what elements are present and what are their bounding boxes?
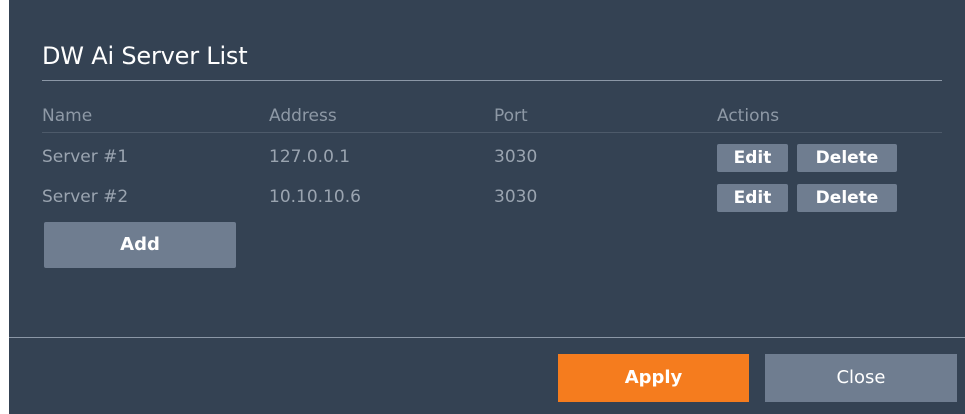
close-button[interactable]: Close bbox=[765, 354, 957, 402]
edit-button[interactable]: Edit bbox=[717, 184, 788, 212]
server-list-dialog: DW Ai Server List Name Address Port Acti… bbox=[9, 0, 965, 414]
column-header-actions: Actions bbox=[717, 106, 780, 126]
edit-button[interactable]: Edit bbox=[717, 144, 788, 172]
server-name: Server #2 bbox=[42, 187, 129, 207]
server-address: 127.0.0.1 bbox=[269, 147, 351, 167]
server-port: 3030 bbox=[494, 187, 538, 207]
apply-button[interactable]: Apply bbox=[558, 354, 749, 402]
table-row: Server #1 127.0.0.1 3030 Edit Delete bbox=[42, 142, 942, 172]
delete-button[interactable]: Delete bbox=[797, 144, 897, 172]
server-name: Server #1 bbox=[42, 147, 129, 167]
column-header-address: Address bbox=[269, 106, 337, 126]
server-address: 10.10.10.6 bbox=[269, 187, 361, 207]
server-port: 3030 bbox=[494, 147, 538, 167]
table-header: Name Address Port Actions bbox=[42, 106, 942, 133]
add-server-button[interactable]: Add bbox=[44, 222, 236, 268]
delete-button[interactable]: Delete bbox=[797, 184, 897, 212]
column-header-name: Name bbox=[42, 106, 93, 126]
column-header-port: Port bbox=[494, 106, 528, 126]
footer-divider bbox=[9, 337, 965, 338]
dialog-title: DW Ai Server List bbox=[42, 42, 248, 70]
title-divider bbox=[42, 80, 942, 81]
table-row: Server #2 10.10.10.6 3030 Edit Delete bbox=[42, 182, 942, 212]
